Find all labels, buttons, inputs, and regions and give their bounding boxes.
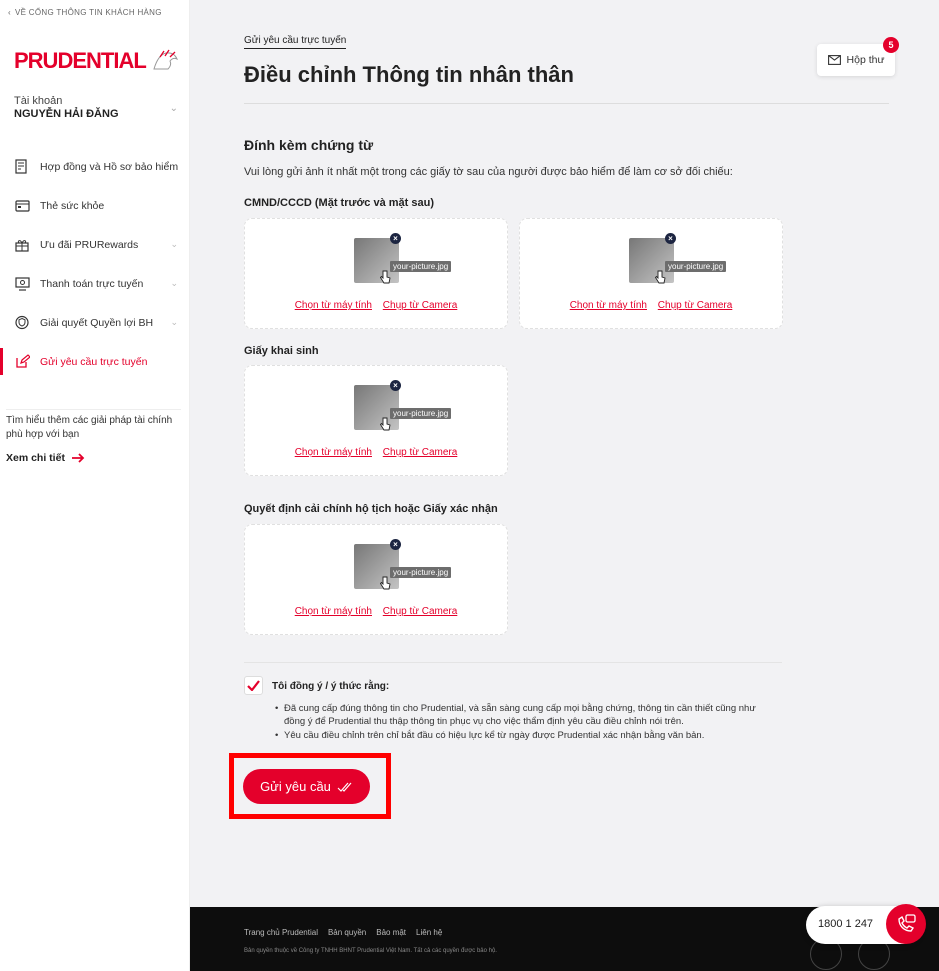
- account-selector[interactable]: Tài khoản NGUYỄN HẢI ĐĂNG ⌄: [14, 95, 184, 120]
- sidebar-item-label: Gửi yêu cầu trực tuyến: [40, 355, 148, 368]
- card-icon: [14, 198, 30, 214]
- back-link-label: VỀ CỔNG THÔNG TIN KHÁCH HÀNG: [14, 8, 162, 17]
- sidebar-item-contracts[interactable]: Hợp đồng và Hồ sơ bảo hiểm: [0, 147, 190, 186]
- phone-chat-icon: [886, 904, 926, 944]
- agree-item: Yêu cầu điều chỉnh trên chỉ bắt đầu có h…: [272, 729, 772, 742]
- arrow-right-icon: [71, 453, 85, 463]
- footer-copyright: Bản quyền thuộc về Công ty TNHH BHNT Pru…: [244, 948, 497, 954]
- remove-picture-icon[interactable]: ×: [390, 539, 401, 550]
- group-label-civil-decision: Quyết định cải chính hộ tịch hoặc Giấy x…: [244, 503, 498, 515]
- sidebar-item-claims[interactable]: Giải quyết Quyền lợi BH ⌄: [0, 303, 190, 342]
- hand-cursor-icon: [379, 270, 391, 284]
- hotline-widget[interactable]: 1800 1 247: [806, 904, 926, 944]
- divider: [244, 662, 782, 663]
- sidebar-nav: Hợp đồng và Hồ sơ bảo hiểm Thẻ sức khỏe …: [0, 147, 190, 381]
- remove-picture-icon[interactable]: ×: [665, 233, 676, 244]
- gift-icon: [14, 237, 30, 253]
- prudential-logo[interactable]: PRUDENTIAL: [14, 48, 180, 74]
- chevron-down-icon: ⌄: [170, 278, 178, 288]
- file-name-tag: your-picture.jpg: [390, 261, 452, 272]
- sidebar-item-label: Thanh toán trực tuyến: [40, 277, 144, 290]
- file-name-tag: your-picture.jpg: [390, 408, 452, 419]
- sidebar-item-health-card[interactable]: Thẻ sức khỏe: [0, 186, 190, 225]
- take-from-camera-link[interactable]: Chụp từ Camera: [658, 300, 733, 311]
- payment-icon: [14, 276, 30, 292]
- submit-label: Gửi yêu cầu: [260, 779, 331, 794]
- hand-cursor-icon: [379, 417, 391, 431]
- chevron-left-icon: ‹: [8, 8, 11, 17]
- double-check-icon: [337, 782, 352, 792]
- agree-checkbox[interactable]: [244, 676, 263, 695]
- sidebar-item-label: Ưu đãi PRURewards: [40, 238, 139, 251]
- choose-from-computer-link[interactable]: Chọn từ máy tính: [570, 300, 647, 311]
- section-title: Đính kèm chứng từ: [244, 137, 374, 153]
- inbox-count-badge: 5: [883, 37, 899, 53]
- footer-link-privacy[interactable]: Bảo mật: [376, 928, 406, 937]
- take-from-camera-link[interactable]: Chụp từ Camera: [383, 606, 458, 617]
- sidebar-item-rewards[interactable]: Ưu đãi PRURewards ⌄: [0, 225, 190, 264]
- footer-link-home[interactable]: Trang chủ Prudential: [244, 928, 318, 937]
- inbox-label: Hộp thư: [846, 54, 885, 66]
- promo-block: Tìm hiểu thêm các giải pháp tài chính ph…: [6, 409, 181, 464]
- contract-icon: [14, 159, 30, 175]
- promo-link-label: Xem chi tiết: [6, 452, 65, 464]
- back-to-portal-link[interactable]: ‹ VỀ CỔNG THÔNG TIN KHÁCH HÀNG: [8, 8, 162, 17]
- upload-options: Chọn từ máy tính Chụp từ Camera: [245, 447, 507, 458]
- page-title: Điều chỉnh Thông tin nhân thân: [244, 62, 574, 87]
- sidebar-item-label: Thẻ sức khỏe: [40, 199, 105, 212]
- upload-options: Chọn từ máy tính Chụp từ Camera: [245, 606, 507, 617]
- account-name: NGUYỄN HẢI ĐĂNG: [14, 108, 119, 120]
- upload-card: × your-picture.jpg Chọn từ máy tính Chụp…: [244, 524, 508, 635]
- hand-cursor-icon: [654, 270, 666, 284]
- file-name-tag: your-picture.jpg: [390, 567, 452, 578]
- shield-icon: [14, 315, 30, 331]
- agree-title: Tôi đồng ý / ý thức rằng:: [272, 681, 390, 692]
- sidebar: ‹ VỀ CỔNG THÔNG TIN KHÁCH HÀNG PRUDENTIA…: [0, 0, 190, 971]
- edit-icon: [14, 354, 30, 370]
- chevron-down-icon: ⌄: [170, 317, 178, 327]
- account-label: Tài khoản: [14, 95, 63, 107]
- take-from-camera-link[interactable]: Chụp từ Camera: [383, 300, 458, 311]
- sidebar-item-label: Giải quyết Quyền lợi BH: [40, 316, 154, 329]
- sidebar-item-payment[interactable]: Thanh toán trực tuyến ⌄: [0, 264, 190, 303]
- upload-options: Chọn từ máy tính Chụp từ Camera: [520, 300, 782, 311]
- footer-link-contact[interactable]: Liên hệ: [416, 928, 442, 937]
- footer-links: Trang chủ Prudential Bản quyền Bảo mật L…: [244, 928, 442, 937]
- upload-card: × your-picture.jpg Chọn từ máy tính Chụp…: [519, 218, 783, 329]
- group-label-birth-certificate: Giấy khai sinh: [244, 345, 319, 357]
- hand-cursor-icon: [379, 576, 391, 590]
- sidebar-item-online-request[interactable]: Gửi yêu cầu trực tuyến: [0, 342, 190, 381]
- footer-link-copyright[interactable]: Bản quyền: [328, 928, 366, 937]
- divider: [244, 103, 889, 104]
- breadcrumb[interactable]: Gửi yêu cầu trực tuyến: [244, 35, 347, 49]
- hotline-number: 1800 1 247: [818, 918, 874, 930]
- promo-text: Tìm hiểu thêm các giải pháp tài chính ph…: [6, 415, 173, 440]
- submit-button[interactable]: Gửi yêu cầu: [243, 769, 370, 804]
- inbox-button[interactable]: Hộp thư 5: [817, 37, 899, 76]
- agree-list: Đã cung cấp đúng thông tin cho Prudentia…: [272, 702, 772, 743]
- promo-link[interactable]: Xem chi tiết: [6, 452, 181, 464]
- choose-from-computer-link[interactable]: Chọn từ máy tính: [295, 606, 372, 617]
- upload-card: × your-picture.jpg Chọn từ máy tính Chụp…: [244, 365, 508, 476]
- remove-picture-icon[interactable]: ×: [390, 380, 401, 391]
- agree-item: Đã cung cấp đúng thông tin cho Prudentia…: [272, 702, 772, 728]
- chevron-down-icon: ⌄: [169, 103, 178, 114]
- checkmark-icon: [247, 680, 260, 691]
- logo-text: PRUDENTIAL: [14, 48, 147, 73]
- mail-icon: [827, 55, 841, 65]
- choose-from-computer-link[interactable]: Chọn từ máy tính: [295, 447, 372, 458]
- file-name-tag: your-picture.jpg: [665, 261, 727, 272]
- group-label-id-card: CMND/CCCD (Mặt trước và mặt sau): [244, 197, 434, 209]
- choose-from-computer-link[interactable]: Chọn từ máy tính: [295, 300, 372, 311]
- logo-lady-icon: [153, 49, 178, 70]
- section-description: Vui lòng gửi ảnh ít nhất một trong các g…: [244, 166, 733, 178]
- upload-options: Chọn từ máy tính Chụp từ Camera: [245, 300, 507, 311]
- remove-picture-icon[interactable]: ×: [390, 233, 401, 244]
- chevron-down-icon: ⌄: [170, 239, 178, 249]
- take-from-camera-link[interactable]: Chụp từ Camera: [383, 447, 458, 458]
- sidebar-item-label: Hợp đồng và Hồ sơ bảo hiểm: [40, 160, 179, 173]
- upload-card: × your-picture.jpg Chọn từ máy tính Chụp…: [244, 218, 508, 329]
